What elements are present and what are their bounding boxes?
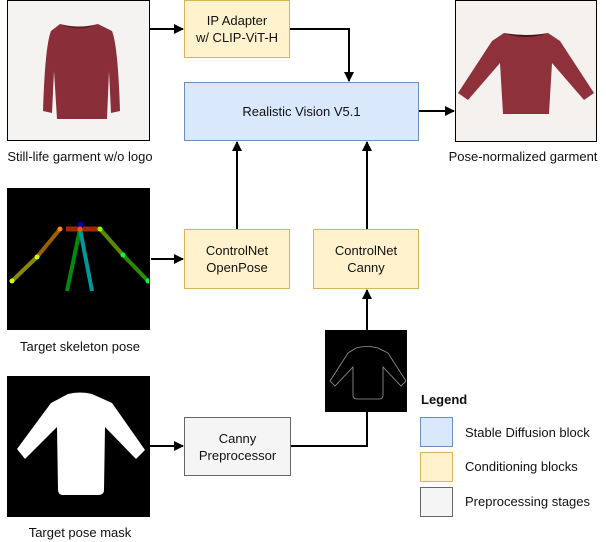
garment-shirt-icon bbox=[43, 24, 120, 119]
pose-normalized-garment-image bbox=[455, 0, 597, 142]
controlnet-canny-block: ControlNet Canny bbox=[313, 229, 419, 289]
legend-swatch-preprocessing bbox=[420, 487, 453, 517]
garment-mask-icon bbox=[17, 392, 145, 495]
controlnet-canny-line2: Canny bbox=[347, 260, 385, 275]
canny-preprocessor-line2: Preprocessor bbox=[198, 447, 277, 463]
canny-edges-image bbox=[325, 330, 407, 412]
legend-label-preprocessing: Preprocessing stages bbox=[465, 494, 591, 509]
canny-preprocessor-block: Canny Preprocessor bbox=[184, 417, 291, 476]
still-life-garment-image bbox=[7, 0, 150, 141]
legend-label-conditioning: Conditioning blocks bbox=[465, 459, 578, 474]
realistic-vision-label: Realistic Vision V5.1 bbox=[242, 104, 361, 119]
controlnet-openpose-line1: ControlNet bbox=[205, 243, 269, 258]
legend-label-stable-diffusion: Stable Diffusion block bbox=[465, 425, 590, 440]
caption-skeleton: Target skeleton pose bbox=[20, 339, 140, 354]
caption-pose-mask: Target pose mask bbox=[28, 525, 132, 540]
legend-title: Legend bbox=[421, 392, 468, 407]
caption-pose-normalized: Pose-normalized garment bbox=[448, 149, 598, 164]
ip-adapter-line2: w/ CLIP-ViT-H bbox=[195, 30, 279, 45]
garment-shirt-icon bbox=[458, 33, 594, 114]
controlnet-canny-line1: ControlNet bbox=[334, 243, 398, 258]
ip-adapter-block: IP Adapter w/ CLIP-ViT-H bbox=[184, 0, 290, 58]
canny-preprocessor-line1: Canny bbox=[218, 430, 257, 446]
skeleton-icon bbox=[9, 222, 149, 292]
pose-mask-image bbox=[7, 376, 150, 517]
skeleton-pose-image bbox=[7, 188, 150, 330]
legend-swatch-conditioning bbox=[420, 452, 453, 482]
garment-outline-icon bbox=[329, 346, 406, 400]
caption-still-life: Still-life garment w/o logo bbox=[7, 149, 153, 164]
realistic-vision-block: Realistic Vision V5.1 bbox=[184, 82, 419, 141]
ip-adapter-line1: IP Adapter bbox=[206, 13, 268, 28]
controlnet-openpose-block: ControlNet OpenPose bbox=[184, 229, 290, 289]
controlnet-openpose-line2: OpenPose bbox=[206, 260, 268, 275]
legend-swatch-stable-diffusion bbox=[420, 417, 453, 447]
arrow-ipadapter-to-rv bbox=[290, 28, 354, 82]
line-preprocessor-to-edges bbox=[291, 412, 368, 447]
